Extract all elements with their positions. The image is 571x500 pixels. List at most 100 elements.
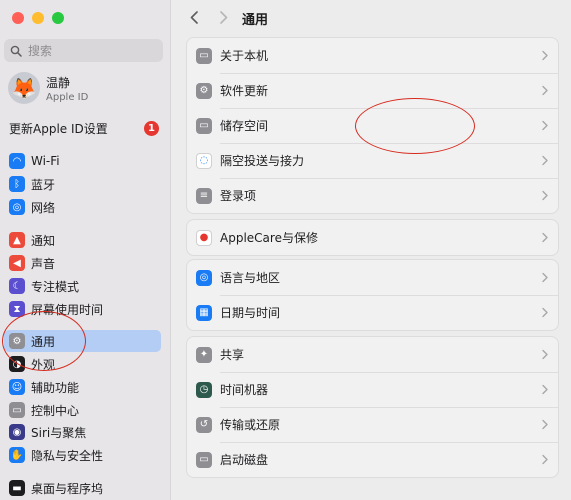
sidebar-item-general[interactable]: ⚙ 通用 [4, 330, 161, 352]
sidebar-item-screen-time[interactable]: ⧗ 屏幕使用时间 [4, 298, 161, 320]
sidebar: 🦊 温静 Apple ID 更新Apple ID设置 1 ◠ Wi-Fi ᛒ 蓝牙 ◎ 网… [0, 0, 171, 500]
hand-icon: ✋ [9, 447, 25, 463]
chevron-right-icon [542, 120, 548, 131]
sidebar-item-sound[interactable]: ◀ 声音 [4, 252, 161, 274]
sidebar-item-label: 通知 [31, 233, 56, 248]
sidebar-item-label: 网络 [31, 200, 56, 215]
row-label: 共享 [220, 348, 245, 362]
speaker-icon: ◀ [9, 255, 25, 271]
page-title: 通用 [242, 13, 269, 28]
sidebar-item-accessibility[interactable]: ☺ 辅助功能 [4, 376, 161, 398]
row-transfer-reset[interactable]: ↺ 传输或还原 [187, 407, 558, 442]
chevron-right-icon [542, 419, 548, 430]
sidebar-item-focus[interactable]: ☾ 专注模式 [4, 275, 161, 297]
sidebar-item-label: 控制中心 [31, 403, 80, 418]
sidebar-item-label: Wi-Fi [31, 154, 60, 168]
settings-group: ● AppleCare与保修 [186, 219, 559, 256]
row-label: 关于本机 [220, 49, 269, 63]
chevron-left-icon [190, 10, 198, 24]
wifi-icon: ◠ [9, 153, 25, 169]
chevron-right-icon [542, 349, 548, 360]
row-time-machine[interactable]: ◷ 时间机器 [187, 372, 558, 407]
chevron-right-icon [542, 454, 548, 465]
sidebar-item-label: 桌面与程序坞 [31, 481, 104, 496]
sidebar-item-notifications[interactable]: ▲ 通知 [4, 229, 161, 251]
zoom-button[interactable] [52, 12, 64, 24]
appearance-icon: ◑ [9, 356, 25, 372]
sidebar-item-wifi[interactable]: ◠ Wi-Fi [4, 150, 161, 172]
sidebar-item-desktop[interactable]: ▬ 桌面与程序坞 [4, 477, 161, 499]
close-button[interactable] [12, 12, 24, 24]
search-input[interactable] [28, 43, 148, 58]
sidebar-item-control-center[interactable]: ▭ 控制中心 [4, 399, 161, 421]
chevron-right-icon [542, 155, 548, 166]
reset-icon: ↺ [196, 416, 212, 433]
row-airdrop[interactable]: ◌ 隔空投送与接力 [187, 143, 558, 178]
chevron-right-icon [542, 307, 548, 318]
bluetooth-icon: ᛒ [9, 176, 25, 192]
globe-icon: ◎ [196, 269, 212, 286]
gear-badge-icon: ⚙ [196, 82, 212, 99]
desktop-icon: ▬ [9, 480, 25, 496]
gear-icon: ⚙ [9, 333, 25, 349]
back-button[interactable] [186, 8, 202, 26]
forward-button[interactable] [216, 8, 232, 26]
row-login-items[interactable]: ≡ 登录项 [187, 178, 558, 213]
chevron-right-icon [542, 190, 548, 201]
row-software-update[interactable]: ⚙ 软件更新 [187, 73, 558, 108]
globe-icon: ◎ [9, 199, 25, 215]
settings-group: ◎ 语言与地区 ▦ 日期与时间 [186, 259, 559, 331]
row-label: 日期与时间 [220, 306, 281, 320]
airdrop-icon: ◌ [196, 152, 212, 169]
settings-group: ▭ 关于本机 ⚙ 软件更新 ▭ 储存空间 ◌ 隔空投送与接力 ≡ 登录项 [186, 37, 559, 214]
sidebar-item-label: Siri与聚焦 [31, 425, 87, 440]
update-label: 更新Apple ID设置 [9, 121, 108, 136]
row-label: 语言与地区 [220, 271, 281, 285]
chevron-right-icon [542, 384, 548, 395]
siri-icon: ◉ [9, 424, 25, 440]
laptop-icon: ▭ [196, 47, 212, 64]
accessibility-icon: ☺ [9, 379, 25, 395]
window-controls [12, 12, 64, 24]
search-icon [10, 45, 22, 57]
switches-icon: ▭ [9, 402, 25, 418]
apple-icon: ● [196, 229, 212, 246]
sidebar-item-bluetooth[interactable]: ᛒ 蓝牙 [4, 173, 161, 195]
row-label: AppleCare与保修 [220, 231, 318, 245]
row-language[interactable]: ◎ 语言与地区 [187, 260, 558, 295]
row-label: 启动磁盘 [220, 453, 269, 467]
bell-icon: ▲ [9, 232, 25, 248]
sidebar-item-privacy[interactable]: ✋ 隐私与安全性 [4, 444, 161, 466]
chevron-right-icon [542, 50, 548, 61]
sidebar-item-siri[interactable]: ◉ Siri与聚焦 [4, 421, 161, 443]
sidebar-item-network[interactable]: ◎ 网络 [4, 196, 161, 218]
sidebar-item-label: 隐私与安全性 [31, 448, 104, 463]
row-about[interactable]: ▭ 关于本机 [187, 38, 558, 73]
sidebar-item-appearance[interactable]: ◑ 外观 [4, 353, 161, 375]
settings-group: ✦ 共享 ◷ 时间机器 ↺ 传输或还原 ▭ 启动磁盘 [186, 336, 559, 478]
row-sharing[interactable]: ✦ 共享 [187, 337, 558, 372]
row-storage[interactable]: ▭ 储存空间 [187, 108, 558, 143]
update-apple-id-settings[interactable]: 更新Apple ID设置 1 [9, 119, 159, 137]
sidebar-item-label: 声音 [31, 256, 56, 271]
row-label: 储存空间 [220, 119, 269, 133]
chevron-right-icon [542, 272, 548, 283]
row-label: 传输或还原 [220, 418, 281, 432]
row-datetime[interactable]: ▦ 日期与时间 [187, 295, 558, 330]
chevron-right-icon [220, 10, 228, 24]
calendar-icon: ▦ [196, 304, 212, 321]
avatar: 🦊 [8, 72, 40, 104]
minimize-button[interactable] [32, 12, 44, 24]
sharing-icon: ✦ [196, 346, 212, 363]
row-label: 软件更新 [220, 84, 269, 98]
sidebar-item-label: 通用 [31, 334, 56, 349]
notification-badge: 1 [144, 120, 159, 136]
hourglass-icon: ⧗ [9, 301, 25, 317]
moon-icon: ☾ [9, 278, 25, 294]
apple-id-account[interactable]: 🦊 温静 Apple ID [8, 72, 88, 104]
sidebar-item-label: 专注模式 [31, 279, 80, 294]
row-applecare[interactable]: ● AppleCare与保修 [187, 220, 558, 255]
row-startup-disk[interactable]: ▭ 启动磁盘 [187, 442, 558, 477]
search-field[interactable] [4, 39, 163, 62]
time-machine-icon: ◷ [196, 381, 212, 398]
